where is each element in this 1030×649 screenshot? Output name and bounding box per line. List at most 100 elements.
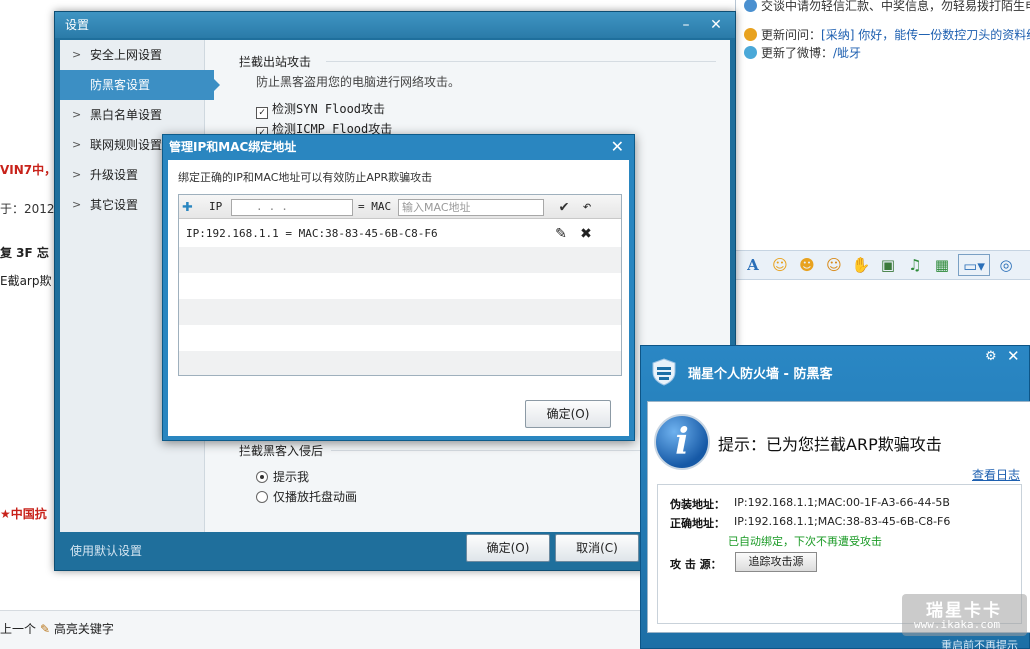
- chevron-right-icon: >: [72, 108, 82, 121]
- gift-icon[interactable]: ▦: [931, 254, 953, 276]
- minimize-icon[interactable]: –: [677, 16, 695, 34]
- ipmac-ok-button[interactable]: 确定(O): [525, 400, 611, 428]
- close-icon[interactable]: ✕: [611, 137, 624, 157]
- pencil-icon: ✎: [40, 622, 51, 636]
- ipmac-title: 管理IP和MAC绑定地址: [169, 140, 297, 154]
- feed-item: 更新了微博：/呲牙: [744, 44, 861, 61]
- feed-prefix: 更新问问：: [761, 28, 822, 42]
- mac-input[interactable]: 输入MAC地址: [398, 199, 544, 216]
- binding-table: ✚ IP ... = MAC 输入MAC地址 ✔ ↶ IP:192.168.1.…: [178, 194, 622, 376]
- undo-icon[interactable]: ↶: [578, 197, 596, 215]
- settings-footer: 使用默认设置 确定(O) 取消(C): [55, 532, 735, 572]
- chevron-right-icon: >: [72, 138, 82, 151]
- ipmac-desc: 绑定正确的IP和MAC地址可以有效防止APR欺骗攻击: [178, 171, 433, 184]
- fake-address-label: 伪装地址：: [670, 498, 725, 511]
- add-icon[interactable]: ✚: [182, 196, 193, 216]
- chat-warning: 交谈中请勿轻信汇款、中奖信息，勿轻易拨打陌生电: [744, 0, 1030, 14]
- question-icon: [744, 28, 757, 41]
- smiley-icon[interactable]: ☺: [769, 254, 791, 276]
- section-title: 拦截黑客入侵后: [239, 444, 324, 458]
- section-desc: 防止黑客盗用您的电脑进行网络攻击。: [256, 75, 461, 89]
- highlight-link[interactable]: ✎ 高亮关键字: [40, 620, 114, 637]
- feed-link[interactable]: /呲牙: [833, 46, 861, 60]
- no-remind-link[interactable]: 重启前不再提示: [941, 637, 1018, 649]
- checkmark-icon: ✓: [256, 107, 268, 119]
- settings-ok-button[interactable]: 确定(O): [466, 534, 550, 562]
- feed-link[interactable]: [采纳]: [821, 28, 854, 42]
- close-icon[interactable]: ✕: [707, 16, 725, 34]
- info-icon: i: [654, 414, 710, 470]
- nav-label: 安全上网设置: [90, 48, 163, 62]
- radio-dot: [256, 491, 268, 503]
- mac-label: = MAC: [358, 200, 392, 213]
- emoji-icon[interactable]: ☻: [796, 254, 818, 276]
- watermark-sub: www.ikaka.com: [914, 618, 1001, 631]
- screenshot-icon[interactable]: ▭▾: [958, 254, 990, 276]
- settings-cancel-button[interactable]: 取消(C): [555, 534, 639, 562]
- weibo-icon: [744, 46, 757, 59]
- feed-item: 更新问问：[采纳] 你好，能传一份数控刀头的资料给: [744, 26, 1030, 43]
- real-address-label: 正确地址：: [670, 517, 725, 530]
- music-icon[interactable]: ♫: [904, 254, 926, 276]
- gear-icon[interactable]: ⚙: [985, 349, 997, 364]
- feed-prefix: 更新了微博：: [761, 46, 834, 60]
- nav-item-blacklist[interactable]: > 黑白名单设置: [60, 100, 204, 130]
- background-page: VIN7中，I 于：2012- 复 3F 忘 E截arp欺 ★中国抗: [0, 0, 61, 649]
- more-icon[interactable]: ◎: [995, 254, 1017, 276]
- ipmac-dialog: 管理IP和MAC绑定地址 ✕ 绑定正确的IP和MAC地址可以有效防止APR欺骗攻…: [162, 134, 635, 441]
- delete-icon[interactable]: ✖: [577, 225, 595, 243]
- checkbox-label: 检测SYN Flood攻击: [272, 102, 386, 116]
- table-row: [179, 273, 621, 299]
- shield-icon: [652, 358, 676, 386]
- chevron-right-icon: >: [72, 198, 82, 211]
- table-row: [179, 247, 621, 273]
- image-icon[interactable]: ▣: [877, 254, 899, 276]
- close-icon[interactable]: ✕: [1007, 347, 1020, 365]
- face-icon[interactable]: ☺: [823, 254, 845, 276]
- syn-flood-checkbox[interactable]: ✓ 检测SYN Flood攻击: [256, 100, 385, 119]
- confirm-check-icon[interactable]: ✔: [555, 197, 573, 215]
- bg-snippet: ★中国抗: [0, 507, 47, 521]
- highlight-label: 高亮关键字: [53, 622, 114, 636]
- chevron-right-icon: >: [72, 168, 82, 181]
- nav-label: 联网规则设置: [90, 138, 163, 152]
- edit-icon[interactable]: ✎: [552, 225, 570, 243]
- radio-label: 仅播放托盘动画: [273, 490, 358, 504]
- alert-headline: 提示：已为您拦截ARP欺骗攻击: [718, 435, 942, 454]
- default-settings-link[interactable]: 使用默认设置: [70, 542, 142, 559]
- ip-input[interactable]: ...: [231, 199, 353, 216]
- bg-snippet: VIN7中，I: [0, 163, 61, 177]
- nav-item-safe-browsing[interactable]: > 安全上网设置: [60, 40, 204, 70]
- bg-snippet: 复 3F 忘: [0, 246, 49, 260]
- nav-label: 升级设置: [90, 168, 139, 182]
- table-row: [179, 299, 621, 325]
- table-row[interactable]: IP:192.168.1.1 = MAC:38-83-45-6B-C8-F6 ✎…: [179, 221, 621, 247]
- table-row: [179, 351, 621, 375]
- font-icon[interactable]: A: [742, 254, 764, 276]
- hand-icon[interactable]: ✋: [850, 254, 872, 276]
- binding-entry: IP:192.168.1.1 = MAC:38-83-45-6B-C8-F6: [186, 227, 438, 240]
- nav-label: 防黑客设置: [90, 78, 151, 92]
- ip-label: IP: [209, 200, 223, 213]
- browser-find-bar: 上一个 ✎ 高亮关键字: [0, 610, 640, 649]
- radio-prompt-me[interactable]: 提示我: [256, 468, 309, 485]
- fake-address-value: IP:192.168.1.1;MAC:00-1F-A3-66-44-5B: [734, 496, 950, 509]
- bg-snippet: E截arp欺: [0, 274, 52, 288]
- feed-text[interactable]: 你好，能传一份数控刀头的资料给: [854, 28, 1030, 42]
- trace-source-button[interactable]: 追踪攻击源: [735, 552, 817, 572]
- firewall-alert: 瑞星个人防火墙 - 防黑客 ⚙ ✕ i 提示：已为您拦截ARP欺骗攻击 查看日志…: [640, 345, 1030, 649]
- info-icon: [744, 0, 757, 12]
- watermark: 瑞星卡卡 www.ikaka.com: [902, 594, 1027, 636]
- section-divider: [326, 61, 716, 62]
- chat-toolbar: A ☺ ☻ ☺ ✋ ▣ ♫ ▦ ▭▾ ◎: [736, 250, 1030, 280]
- chat-warning-text: 交谈中请勿轻信汇款、中奖信息，勿轻易拨打陌生电: [761, 0, 1030, 13]
- radio-tray-animation[interactable]: 仅播放托盘动画: [256, 488, 357, 505]
- radio-dot: [256, 471, 268, 483]
- auto-bound-note: 已自动绑定，下次不再遭受攻击: [728, 535, 882, 548]
- bg-snippet: 于：2012-: [0, 202, 59, 216]
- prev-link[interactable]: 上一个: [0, 620, 36, 637]
- nav-item-anti-hacker[interactable]: 防黑客设置: [60, 70, 220, 100]
- view-log-link[interactable]: 查看日志: [972, 466, 1020, 483]
- alert-title: 瑞星个人防火墙 - 防黑客: [688, 367, 833, 382]
- chevron-right-icon: >: [72, 48, 82, 61]
